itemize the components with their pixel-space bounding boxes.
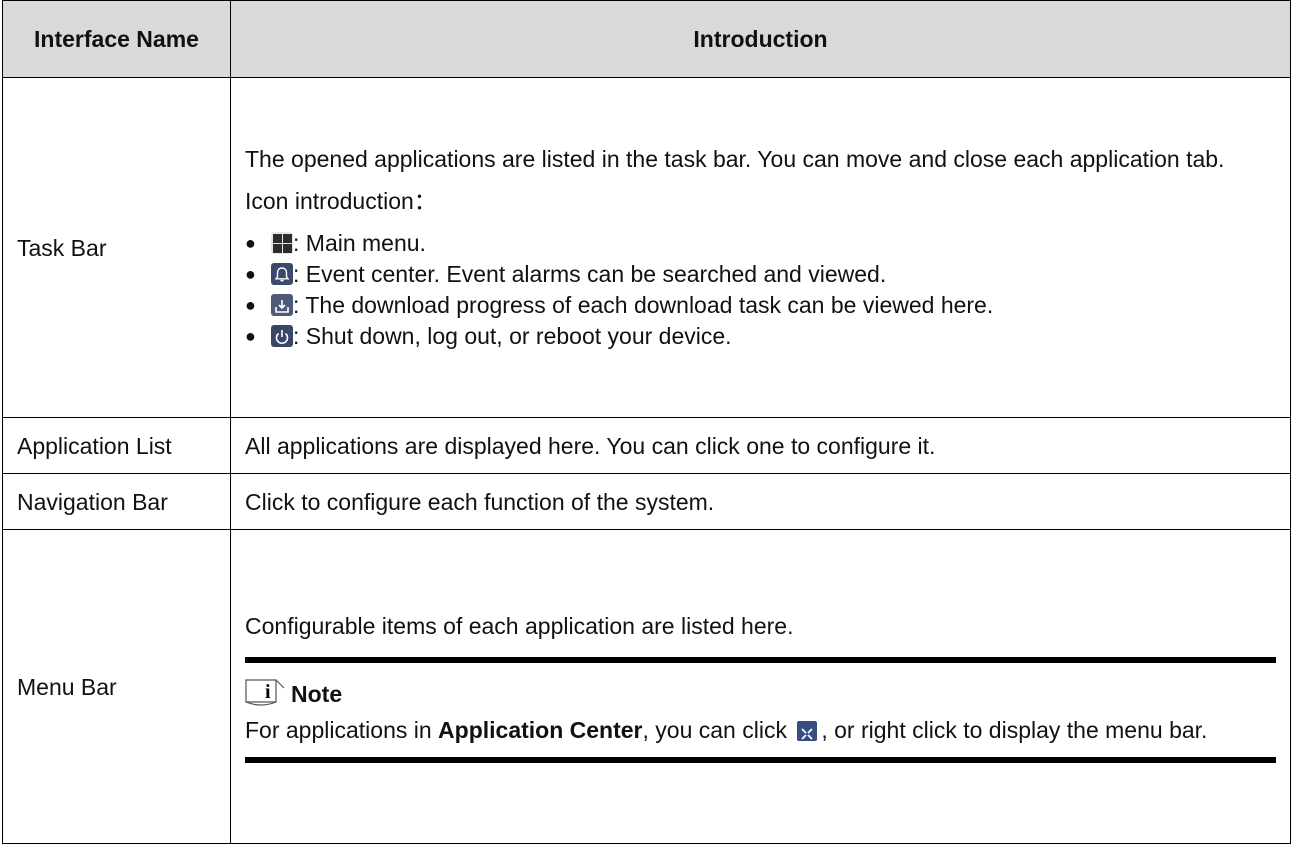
list-item: ● : The download progress of each downlo… bbox=[245, 290, 1276, 321]
menu-bar-description: Configurable items of each application a… bbox=[245, 612, 794, 639]
note-block: i Note For applications in Application C… bbox=[245, 656, 1276, 763]
bullet: ● bbox=[245, 294, 256, 315]
row-intro-application-list: All applications are displayed here. You… bbox=[230, 417, 1291, 474]
table-row-menu-bar: Menu Bar Configurable items of each appl… bbox=[2, 529, 1291, 844]
interface-table: Interface Name Introduction Task Bar The… bbox=[2, 0, 1291, 844]
svg-text:i: i bbox=[265, 681, 271, 703]
note-text-suffix: , or right click to display the menu bar… bbox=[821, 716, 1208, 743]
row-name-application-list: Application List bbox=[2, 417, 231, 474]
note-text-prefix: For applications in bbox=[245, 716, 439, 743]
note-heading: i Note bbox=[245, 678, 1276, 709]
expand-menu-icon bbox=[797, 721, 818, 742]
icon-introduction-label: Icon introduction： bbox=[245, 187, 437, 214]
download-text: : The download progress of each download… bbox=[293, 291, 994, 318]
list-item: ● : Main menu. bbox=[245, 228, 1276, 259]
bullet: ● bbox=[245, 232, 256, 253]
row-intro-navigation-bar: Click to configure each function of the … bbox=[230, 473, 1291, 530]
main-menu-icon bbox=[271, 232, 293, 254]
note-info-icon: i bbox=[245, 678, 285, 706]
power-text: : Shut down, log out, or reboot your dev… bbox=[293, 322, 732, 349]
note-body: For applications in Application Center, … bbox=[245, 715, 1276, 745]
row-intro-task-bar: The opened applications are listed in th… bbox=[230, 77, 1291, 418]
task-bar-description: The opened applications are listed in th… bbox=[245, 145, 1225, 172]
icon-list: ● : Main menu. ● : Event center. Event a… bbox=[245, 228, 1276, 352]
row-intro-menu-bar: Configurable items of each application a… bbox=[230, 529, 1291, 844]
event-center-text: : Event center. Event alarms can be sear… bbox=[293, 260, 887, 287]
table-row-application-list: Application List All applications are di… bbox=[2, 417, 1291, 474]
bullet: ● bbox=[245, 325, 256, 346]
row-name-task-bar: Task Bar bbox=[2, 77, 231, 418]
note-text-mid: , you can click bbox=[642, 716, 794, 743]
bullet: ● bbox=[245, 263, 256, 284]
header-interface-name: Interface Name bbox=[2, 0, 231, 78]
power-icon bbox=[271, 325, 293, 347]
row-name-navigation-bar: Navigation Bar bbox=[2, 473, 231, 530]
note-title: Note bbox=[291, 680, 343, 707]
event-center-icon bbox=[271, 263, 293, 285]
table-row-navigation-bar: Navigation Bar Click to configure each f… bbox=[2, 473, 1291, 530]
download-icon bbox=[271, 294, 293, 316]
note-application-center: Application Center bbox=[438, 716, 643, 743]
list-item: ● : Shut down, log out, or reboot your d… bbox=[245, 321, 1276, 352]
list-item: ● : Event center. Event alarms can be se… bbox=[245, 259, 1276, 290]
table-row-task-bar: Task Bar The opened applications are lis… bbox=[2, 77, 1291, 418]
main-menu-text: : Main menu. bbox=[293, 229, 426, 256]
header-row: Interface Name Introduction bbox=[2, 0, 1291, 78]
row-name-menu-bar: Menu Bar bbox=[2, 529, 231, 844]
header-introduction: Introduction bbox=[230, 0, 1291, 78]
